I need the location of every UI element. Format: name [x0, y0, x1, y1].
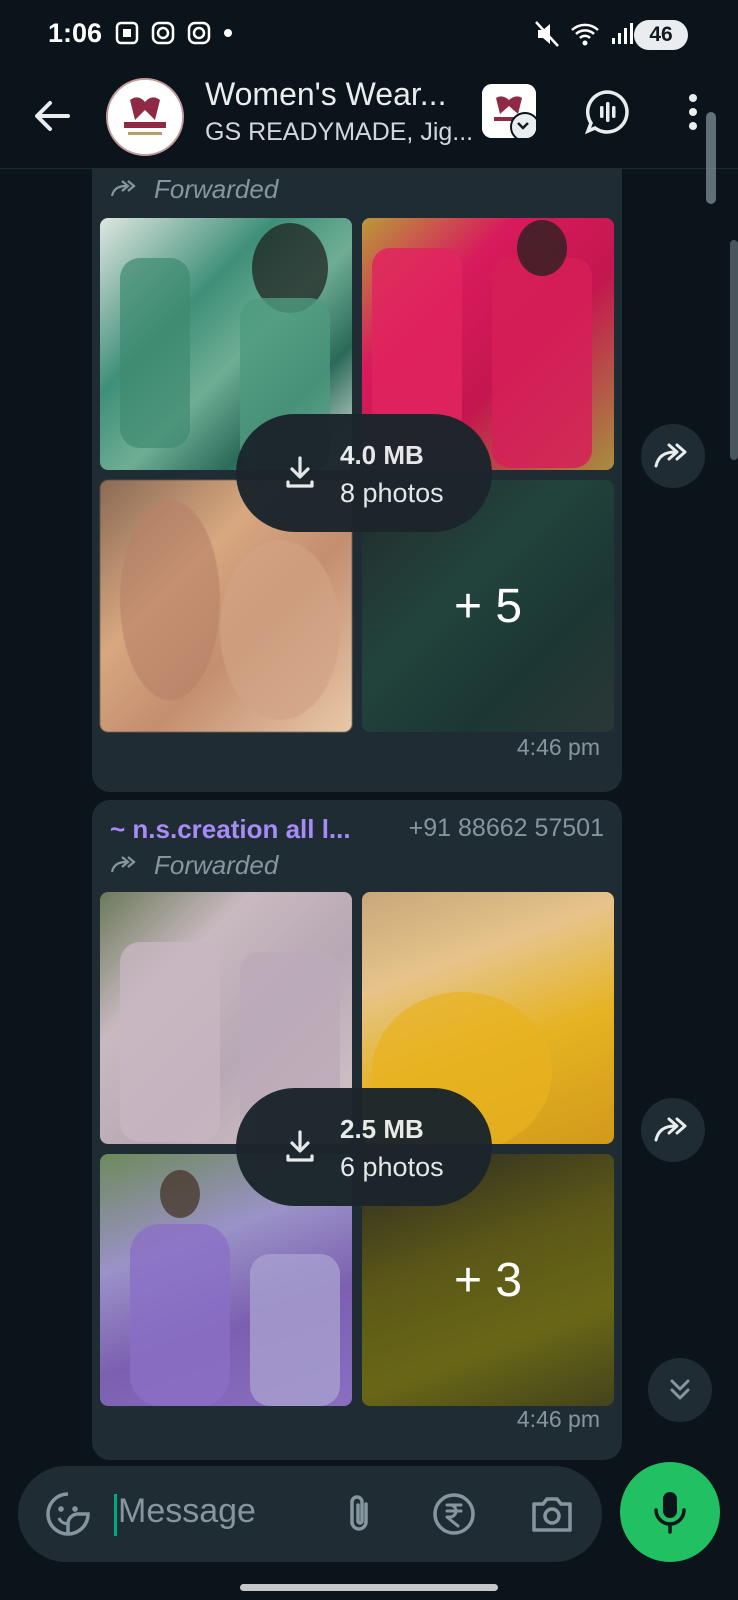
chat-header: Women's Wear... GS READYMADE, Jig... [0, 70, 738, 169]
download-icon [280, 452, 320, 492]
download-size: 4.0 MB [340, 440, 424, 470]
dot-icon [224, 29, 232, 37]
text-caret [114, 1494, 117, 1536]
chat-scrollbar[interactable] [730, 240, 738, 460]
voice-call-icon[interactable] [583, 88, 631, 136]
download-button[interactable]: 2.5 MB 6 photos [236, 1088, 492, 1206]
message-bubble[interactable]: Forwarded + 5 4.0 MB 8 photos 4:46 pm [92, 168, 622, 792]
forwarded-label: Forwarded [110, 850, 278, 881]
photo-album[interactable]: + 5 4.0 MB 8 photos [100, 218, 614, 732]
instagram-icon [151, 21, 175, 45]
photo-count: 6 photos [340, 1152, 444, 1182]
share-icon[interactable] [641, 1098, 705, 1162]
navigation-bar[interactable] [240, 1584, 498, 1591]
rupee-icon[interactable] [430, 1490, 478, 1538]
download-icon [280, 1126, 320, 1166]
signal-icon [612, 23, 633, 44]
battery-indicator: 46 [634, 20, 688, 50]
mute-icon [535, 21, 559, 47]
message-composer[interactable]: Message [18, 1466, 602, 1562]
status-bar: 1:06 46 [0, 0, 738, 70]
scroll-down-icon[interactable] [648, 1358, 712, 1422]
sticker-icon[interactable] [44, 1490, 92, 1538]
scrollbar[interactable] [706, 112, 716, 204]
photo-album[interactable]: + 3 2.5 MB 6 photos [100, 892, 614, 1406]
community-icon[interactable] [482, 84, 536, 138]
message-time: 4:46 pm [516, 1406, 600, 1432]
group-avatar[interactable] [106, 78, 184, 156]
message-input[interactable]: Message [118, 1492, 256, 1531]
back-arrow-icon[interactable] [30, 94, 74, 138]
notification-icons [114, 20, 234, 46]
chat-title[interactable]: Women's Wear... [205, 76, 446, 113]
wifi-icon [571, 23, 599, 46]
message-bubble[interactable]: ~ n.s.creation all l... +91 88662 57501 … [92, 800, 622, 1460]
share-icon[interactable] [641, 424, 705, 488]
mic-icon[interactable] [620, 1462, 720, 1562]
status-time: 1:06 [48, 18, 103, 48]
forward-icon [110, 855, 136, 872]
screenshot-icon [115, 21, 139, 45]
message-time: 4:46 pm [516, 734, 600, 760]
sender-phone: +91 88662 57501 [408, 814, 604, 842]
attach-icon[interactable] [336, 1490, 384, 1538]
camera-icon[interactable] [528, 1490, 576, 1538]
check-badge-icon [510, 112, 536, 138]
battery-level: 46 [649, 23, 673, 46]
chat-subtitle[interactable]: GS READYMADE, Jig... [205, 118, 473, 147]
forward-icon [110, 179, 136, 196]
instagram-icon [187, 21, 211, 45]
download-size: 2.5 MB [340, 1114, 424, 1144]
photo-count: 8 photos [340, 478, 444, 508]
more-options-icon[interactable] [678, 88, 708, 136]
forwarded-label: Forwarded [110, 174, 278, 205]
download-button[interactable]: 4.0 MB 8 photos [236, 414, 492, 532]
sender-name[interactable]: ~ n.s.creation all l... [110, 814, 351, 845]
